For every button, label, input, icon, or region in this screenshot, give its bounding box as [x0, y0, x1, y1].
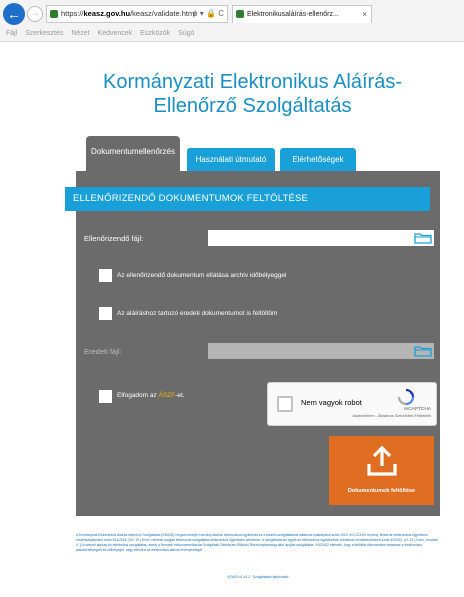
recaptcha-logo-icon — [397, 388, 415, 406]
recaptcha-brand: reCAPTCHA — [403, 407, 431, 412]
url-host: keasz.gov.hu — [83, 9, 131, 18]
browser-chrome: ← → https://keasz.gov.hu/keasz/validate.… — [0, 0, 464, 42]
file-input[interactable] — [208, 230, 434, 246]
menu-tools[interactable]: Eszközök — [140, 27, 170, 41]
browser-tab[interactable]: Elektronikusaláírás-ellenőrz... × — [232, 5, 372, 23]
back-arrow-icon[interactable]: ← — [3, 3, 25, 25]
recaptcha-checkbox[interactable] — [277, 396, 293, 412]
recaptcha-label: Nem vagyok robot — [301, 398, 362, 407]
page-title-line1: Kormányzati Elektronikus Aláírás- — [102, 71, 402, 93]
upload-documents-button[interactable]: Dokumentumok feltöltése — [329, 436, 434, 505]
accept-prefix: Elfogadom az — [117, 392, 159, 399]
menu-view[interactable]: Nézet — [71, 27, 89, 41]
file-label: Ellenőrizendő fájl: — [84, 234, 144, 243]
original-file-label: Eredeti fájl: — [84, 347, 122, 356]
original-document-label: Az aláíráshoz tartozó eredeti dokumentum… — [117, 310, 278, 317]
url-path: /keasz/validate.html — [130, 9, 196, 18]
menu-help[interactable]: Súgó — [178, 27, 194, 41]
section-header: ELLENŐRIZENDŐ DOKUMENTUMOK FELTÖLTÉSE — [65, 187, 430, 211]
version-text[interactable]: KEASZ v1.43.2 · Szolgáltatási tájékoztat… — [76, 575, 440, 579]
accept-suffix: -et. — [175, 392, 185, 399]
menu-bar: Fájl Szerkesztés Nézet Kedvencek Eszközö… — [0, 27, 464, 41]
upload-icon — [367, 445, 397, 476]
menu-favorites[interactable]: Kedvencek — [98, 27, 133, 41]
original-document-checkbox[interactable] — [99, 307, 112, 320]
recaptcha-links[interactable]: Adatvédelem - Általános Szerződési Felté… — [352, 414, 431, 418]
footer-text: A Kormányzati Elektronikus Aláírás-ellen… — [76, 533, 439, 552]
tab-title: Elektronikusaláírás-ellenőrz... — [247, 11, 339, 18]
archive-timestamp-checkbox[interactable] — [99, 269, 112, 282]
menu-file[interactable]: Fájl — [6, 27, 17, 41]
tab-document-check[interactable]: Dokumentumellenőrzés — [86, 136, 180, 171]
address-tools[interactable]: ρ ▾ 🔒 C — [193, 6, 224, 22]
folder-icon[interactable] — [414, 232, 432, 244]
accept-terms-checkbox[interactable] — [99, 390, 112, 403]
recaptcha-widget: Nem vagyok robot reCAPTCHA Adatvédelem -… — [267, 382, 437, 426]
archive-timestamp-label: Az ellenőrizendő dokumentum ellátása arc… — [117, 272, 287, 279]
page-title: Kormányzati Elektronikus Aláírás- Ellenő… — [60, 70, 445, 118]
terms-link[interactable]: ÁSZF — [159, 392, 176, 399]
menu-edit[interactable]: Szerkesztés — [25, 27, 63, 41]
original-file-input — [208, 343, 434, 359]
tab-contact[interactable]: Elérhetőségek — [280, 148, 356, 172]
forward-arrow-icon[interactable]: → — [27, 6, 43, 22]
folder-icon-disabled — [414, 346, 432, 357]
tab-favicon-icon — [236, 10, 244, 18]
tab-help[interactable]: Használati útmutató — [187, 148, 275, 172]
site-favicon-icon — [50, 10, 58, 18]
page-title-line2: Ellenőrző Szolgáltatás — [153, 95, 352, 117]
address-bar[interactable]: https://keasz.gov.hu/keasz/validate.html… — [46, 5, 228, 23]
url-prefix: https:// — [61, 9, 84, 18]
accept-terms-label: Elfogadom az ÁSZF-et. — [117, 392, 185, 399]
tab-close-icon[interactable]: × — [362, 6, 367, 23]
upload-button-label: Dokumentumok feltöltése — [347, 488, 416, 494]
